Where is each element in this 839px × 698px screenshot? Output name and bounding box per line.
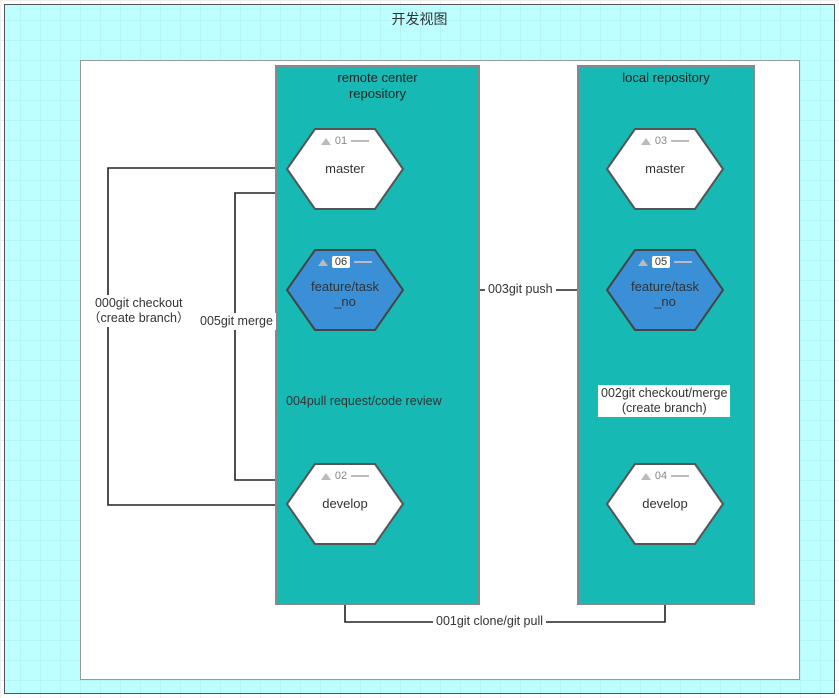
container-local-title: local repository [579, 67, 753, 86]
edge-label-001: 001git clone/git pull [433, 613, 546, 630]
edge-label-004: 004pull request/code review [283, 393, 445, 410]
node-remote-master[interactable]: 01 master [285, 127, 405, 211]
edge-label-003: 003git push [485, 281, 556, 298]
node-local-develop[interactable]: 04 develop [605, 462, 725, 546]
node-local-master[interactable]: 03 master [605, 127, 725, 211]
edge-label-000: 000git checkout （create branch） [85, 295, 192, 327]
container-remote-title: remote center repository [277, 67, 478, 101]
node-local-feature[interactable]: 05 feature/task _no [605, 248, 725, 332]
node-remote-feature[interactable]: 06 feature/task _no [285, 248, 405, 332]
diagram-outer-frame: 开发视图 [4, 4, 835, 694]
edge-label-005: 005git merge [197, 313, 276, 330]
diagram-canvas: 开发视图 [0, 0, 839, 698]
edge-label-002: 002git checkout/merge (create branch) [598, 385, 730, 417]
node-remote-develop[interactable]: 02 develop [285, 462, 405, 546]
diagram-title: 开发视图 [5, 9, 834, 29]
